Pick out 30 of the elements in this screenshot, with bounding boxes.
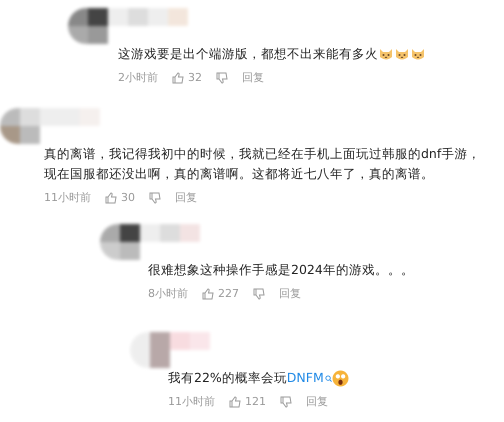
timestamp: 11小时前 [44, 190, 91, 205]
thumbs-down-icon[interactable] [280, 396, 292, 408]
topic-link[interactable]: DNFM [286, 368, 332, 388]
like-count: 30 [121, 191, 135, 204]
like-count: 121 [245, 395, 266, 408]
thumbs-up-icon[interactable] [172, 72, 184, 84]
thumbs-down-icon[interactable] [216, 72, 228, 84]
timestamp: 2小时前 [118, 70, 158, 85]
like-count: 227 [218, 287, 239, 300]
thumbs-up-icon[interactable] [229, 396, 241, 408]
reply-link[interactable]: 回复 [242, 70, 264, 85]
thumbs-up-icon[interactable] [202, 288, 214, 300]
comment-text: 我有22%的概率会玩 [168, 369, 287, 387]
reply-link[interactable]: 回复 [175, 190, 197, 205]
shocked-face-icon [332, 370, 349, 386]
reply-link[interactable]: 回复 [279, 286, 301, 301]
thumbs-up-icon[interactable] [105, 192, 117, 204]
cat-face-icon [410, 46, 426, 62]
thumbs-down-icon[interactable] [253, 288, 265, 300]
cat-face-icon [378, 46, 394, 62]
comment-text: 很难想象这种操作手感是2024年的游戏。。。 [148, 261, 414, 279]
like-count: 32 [188, 71, 202, 84]
timestamp: 11小时前 [168, 394, 215, 409]
comment-text: 真的离谱，我记得我初中的时候，我就已经在手机上面玩过韩服的dnf手游，现在国服都还没出啊，真的离谱啊。这都将近七八年了，真的离谱。 [44, 145, 482, 183]
reply-link[interactable]: 回复 [306, 394, 328, 409]
thumbs-down-icon[interactable] [149, 192, 161, 204]
search-icon [324, 374, 332, 382]
cat-face-icon [394, 46, 410, 62]
timestamp: 8小时前 [148, 286, 188, 301]
comment-text: 这游戏要是出个端游版，都想不出来能有多火 [118, 45, 378, 63]
